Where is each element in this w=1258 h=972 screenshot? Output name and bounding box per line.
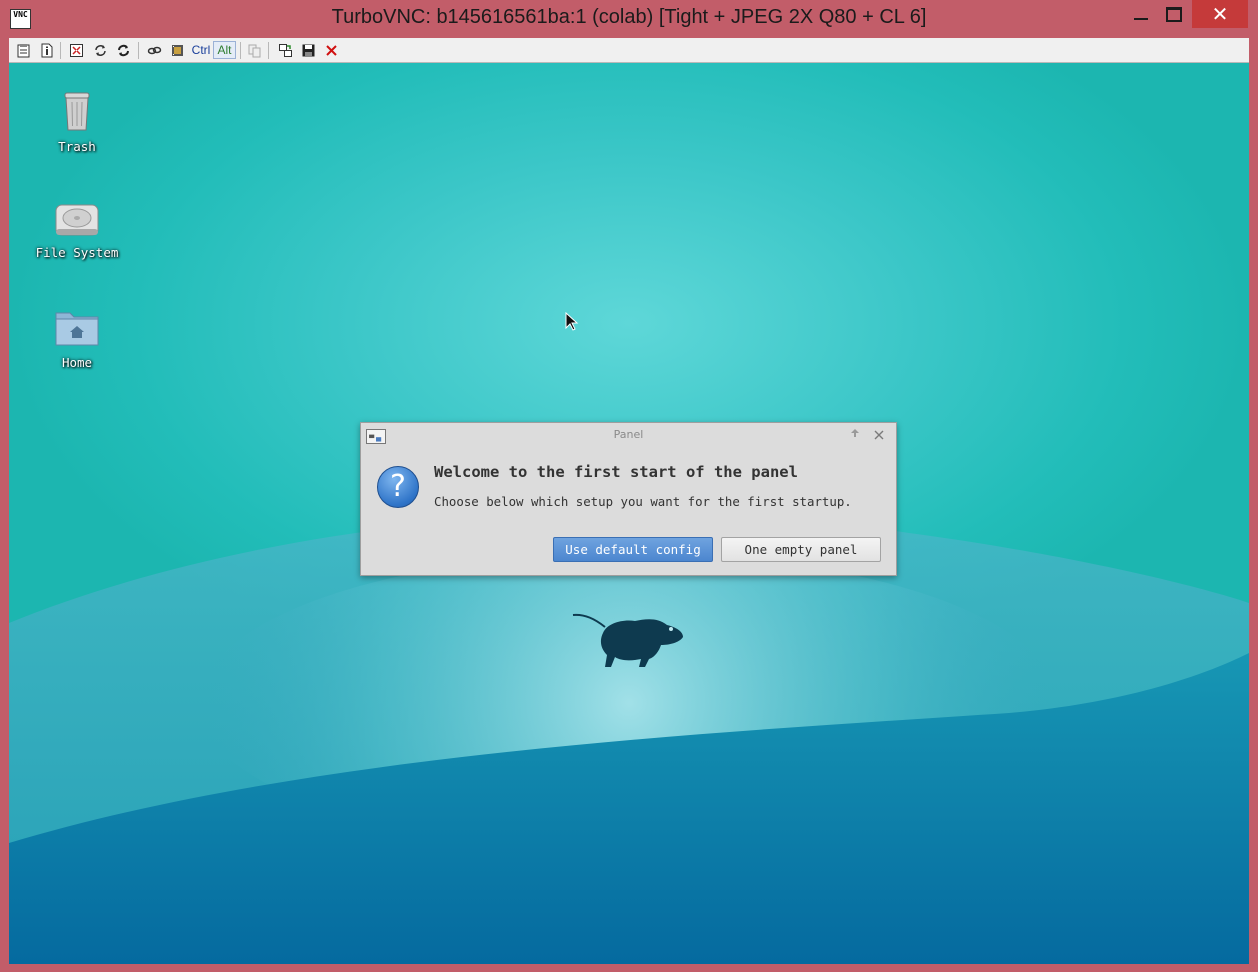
new-connection-icon — [279, 43, 292, 57]
lossless-refresh-button[interactable] — [114, 41, 133, 59]
desktop-icon-label: Trash — [58, 139, 96, 154]
connection-info-button[interactable] — [37, 41, 56, 59]
remote-desktop[interactable]: Trash File System Home Panel ? Welcome t… — [9, 63, 1249, 964]
vnc-window: VNC TurboVNC: b145616561ba:1 (colab) [Ti… — [0, 0, 1258, 972]
question-icon: ? — [377, 466, 419, 508]
dialog-raise-button[interactable] — [850, 428, 860, 441]
panel-welcome-dialog: Panel ? Welcome to the first start of th… — [360, 422, 897, 576]
desktop-icon-trash[interactable]: Trash — [22, 87, 132, 154]
new-connection-button[interactable] — [276, 41, 295, 59]
trash-icon — [64, 92, 90, 131]
desktop-icon-label: File System — [35, 245, 119, 260]
toolbar-separator — [60, 42, 61, 59]
desktop-icon-label: Home — [61, 355, 93, 370]
mouse-cursor-icon — [565, 312, 579, 331]
ctrl-key-label: Ctrl — [191, 43, 211, 57]
dialog-title-bar[interactable]: Panel — [361, 423, 896, 447]
full-screen-icon — [70, 43, 83, 57]
desktop-icon-home[interactable]: Home — [22, 309, 132, 370]
info-icon — [41, 43, 53, 57]
refresh-screen-button[interactable] — [91, 41, 110, 59]
film-icon — [172, 44, 183, 56]
hard-drive-icon — [55, 204, 99, 236]
lossless-refresh-icon — [118, 44, 129, 56]
window-title: TurboVNC: b145616561ba:1 (colab) [Tight … — [331, 6, 927, 28]
alt-key-button[interactable]: Alt — [213, 41, 236, 59]
toolbar-separator — [240, 42, 241, 59]
options-icon — [17, 43, 30, 57]
chain-icon — [147, 46, 162, 54]
save-connection-button[interactable] — [299, 41, 318, 59]
title-bar[interactable]: VNC TurboVNC: b145616561ba:1 (colab) [Ti… — [0, 0, 1258, 38]
disconnect-button[interactable] — [322, 41, 341, 59]
one-empty-panel-button[interactable]: One empty panel — [721, 537, 881, 562]
dialog-close-button[interactable] — [873, 425, 885, 445]
xfce-mouse-logo-icon — [572, 613, 683, 667]
clipboard-button[interactable] — [245, 41, 264, 59]
desktop-icon-file-system[interactable]: File System — [22, 199, 132, 260]
close-button[interactable]: ✕ — [1192, 0, 1248, 28]
dialog-title: Panel — [613, 428, 644, 441]
vnc-toolbar: Ctrl Alt — [9, 38, 1249, 63]
refresh-icon — [95, 44, 106, 56]
ctrl-esc-button[interactable] — [168, 41, 187, 59]
ctrl-key-button[interactable]: Ctrl — [190, 41, 212, 59]
disconnect-icon — [326, 44, 337, 56]
home-folder-icon — [55, 312, 99, 346]
minimize-button[interactable] — [1125, 0, 1157, 30]
use-default-config-button[interactable]: Use default config — [553, 537, 713, 562]
toolbar-separator — [268, 42, 269, 59]
dialog-heading: Welcome to the first start of the panel — [434, 463, 798, 481]
dialog-message: Choose below which setup you want for th… — [434, 494, 852, 509]
toolbar-separator — [138, 42, 139, 59]
minimize-icon — [1134, 18, 1148, 20]
connection-options-button[interactable] — [14, 41, 33, 59]
close-icon — [874, 430, 884, 440]
copy-icon — [248, 44, 261, 57]
full-screen-button[interactable] — [67, 41, 86, 59]
arrow-up-icon — [851, 429, 859, 437]
maximize-icon — [1166, 7, 1182, 22]
alt-key-label: Alt — [217, 43, 232, 57]
save-icon — [302, 44, 315, 56]
maximize-button[interactable] — [1158, 0, 1190, 30]
close-icon: ✕ — [1211, 2, 1229, 26]
ctrl-alt-del-button[interactable] — [145, 41, 164, 59]
